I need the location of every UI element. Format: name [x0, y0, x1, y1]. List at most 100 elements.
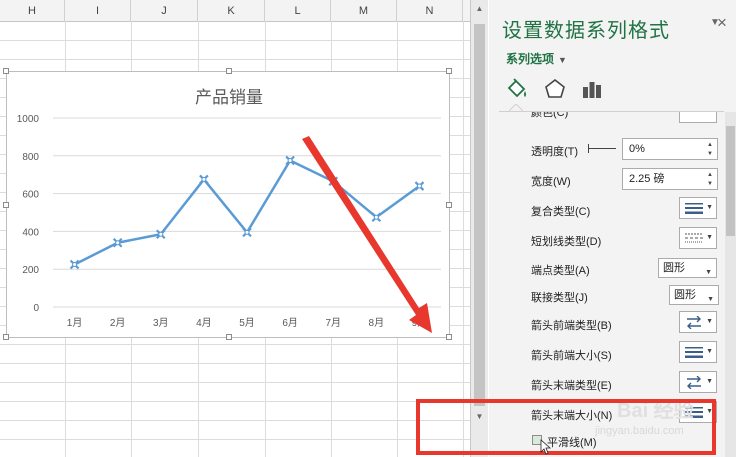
begin-arrow-size-dropdown[interactable]: ▼ — [679, 341, 717, 363]
resize-handle-bottom-left[interactable] — [3, 334, 9, 340]
end-arrow-type-label: 箭头末端类型(E) — [531, 380, 612, 392]
column-header-i[interactable]: I — [65, 0, 131, 21]
arrows-icon — [687, 376, 701, 389]
width-value: 2.25 磅 — [629, 173, 665, 185]
spin-down-icon[interactable]: ▼ — [707, 150, 715, 158]
join-type-value: 圆形 — [674, 289, 696, 301]
caret-down-icon: ▼ — [706, 318, 713, 325]
pentagon-icon[interactable] — [542, 77, 568, 101]
join-type-label: 联接类型(J) — [531, 292, 588, 304]
spin-up-icon[interactable]: ▲ — [707, 171, 715, 179]
dash-type-dropdown[interactable]: ▼ — [679, 227, 717, 249]
dash-type-label: 短划线类型(D) — [531, 236, 602, 248]
resize-handle-top-right[interactable] — [446, 68, 452, 74]
x-tick-label: 5月 — [239, 317, 255, 329]
begin-arrow-size-label: 箭头前端大小(S) — [531, 350, 612, 362]
end-arrow-size-label: 箭头末端大小(N) — [531, 410, 613, 422]
selected-tab-pointer-icon — [509, 104, 523, 112]
color-label: 颜色(C) — [531, 112, 569, 119]
scroll-down-icon[interactable]: ▼ — [471, 410, 488, 424]
pane-title: 设置数据系列格式 — [502, 20, 670, 42]
column-header-bar: H I J K L M N — [0, 0, 470, 22]
sheet-vertical-scrollbar[interactable]: ▲ ▼ — [470, 0, 488, 457]
x-tick-label: 6月 — [282, 317, 298, 329]
cap-type-dropdown[interactable]: 圆形 ▼ — [658, 258, 717, 278]
transparency-label: 透明度(T) — [531, 146, 579, 158]
watermark-url: jingyan.baidu.com — [595, 425, 684, 437]
color-picker-button[interactable] — [679, 112, 717, 123]
smooth-line-checkbox[interactable] — [532, 435, 542, 445]
resize-handle-bottom[interactable] — [226, 334, 232, 340]
caret-down-icon: ▼ — [706, 378, 713, 385]
arrow-size-icon — [685, 347, 703, 358]
y-tick-label: 800 — [22, 152, 39, 163]
cap-type-label: 端点类型(A) — [531, 265, 590, 277]
y-tick-label: 400 — [22, 227, 39, 238]
column-header-k[interactable]: K — [198, 0, 265, 21]
begin-arrow-type-dropdown[interactable]: ▼ — [679, 311, 717, 333]
pane-scroll-thumb[interactable] — [726, 126, 735, 236]
data-point-handle — [72, 261, 78, 267]
cap-type-value: 圆形 — [663, 262, 685, 274]
x-tick-label: 9月 — [412, 317, 428, 329]
data-point-handle — [373, 214, 379, 220]
caret-down-icon: ▼ — [706, 204, 713, 211]
compound-type-dropdown[interactable]: ▼ — [679, 197, 717, 219]
series-options-dropdown[interactable]: 系列选项 ▼ — [506, 50, 567, 67]
spin-down-icon[interactable]: ▼ — [707, 180, 715, 188]
x-tick-label: 3月 — [153, 317, 169, 329]
x-tick-label: 1月 — [67, 317, 83, 329]
smooth-line-label[interactable]: 平滑线(M) — [547, 434, 597, 450]
y-tick-label: 600 — [22, 190, 39, 201]
column-header-l[interactable]: L — [265, 0, 331, 21]
width-input[interactable]: 2.25 磅 ▲ ▼ — [622, 168, 718, 190]
caret-down-icon: ▼ — [706, 348, 713, 355]
y-tick-label: 0 — [33, 303, 39, 314]
data-point-handle — [416, 183, 422, 189]
column-header-j[interactable]: J — [131, 0, 198, 21]
x-tick-label: 7月 — [325, 317, 341, 329]
transparency-value: 0% — [629, 143, 645, 155]
spin-up-icon[interactable]: ▲ — [707, 141, 715, 149]
data-point-handle — [201, 176, 207, 182]
scroll-up-icon[interactable]: ▲ — [471, 2, 488, 16]
width-label: 宽度(W) — [531, 176, 571, 188]
caret-down-icon: ▼ — [558, 55, 567, 65]
dash-lines-icon — [685, 233, 703, 243]
compound-lines-icon — [685, 203, 703, 214]
x-tick-label: 2月 — [110, 317, 126, 329]
data-point-handle — [244, 229, 250, 235]
compound-type-label: 复合类型(C) — [531, 206, 591, 218]
transparency-slider[interactable] — [588, 143, 616, 153]
chart-plot-area[interactable]: 0 200 400 600 800 1000 1月 2月 3月 4月 5月 6月 7月 8月 9月 — [7, 72, 451, 339]
resize-handle-bottom-right[interactable] — [446, 334, 452, 340]
end-arrow-type-dropdown[interactable]: ▼ — [679, 371, 717, 393]
resize-handle-top-left[interactable] — [3, 68, 9, 74]
line-chart[interactable]: 产品销量 0 200 400 600 800 1000 1月 2月 3月 4月 5月 6月 7月 8月 9月 — [3, 68, 452, 340]
column-header-n[interactable]: N — [397, 0, 463, 21]
y-tick-label: 1000 — [17, 114, 40, 125]
x-tick-label: 8月 — [369, 317, 385, 329]
bar-chart-icon[interactable] — [579, 77, 605, 101]
column-header-m[interactable]: M — [331, 0, 397, 21]
caret-down-icon: ▼ — [707, 296, 714, 303]
pane-scrollbar[interactable] — [725, 112, 736, 457]
data-point-handle — [287, 158, 293, 164]
close-icon[interactable]: × — [717, 13, 727, 33]
column-header-h[interactable]: H — [0, 0, 65, 21]
begin-arrow-type-label: 箭头前端类型(B) — [531, 320, 612, 332]
series-line — [73, 159, 421, 266]
join-type-dropdown[interactable]: 圆形 ▼ — [669, 285, 719, 305]
data-point-handle — [330, 178, 336, 184]
caret-down-icon: ▼ — [706, 408, 713, 415]
paint-bucket-icon[interactable] — [504, 77, 530, 101]
resize-handle-right[interactable] — [446, 202, 452, 208]
y-tick-label: 200 — [22, 265, 39, 276]
resize-handle-top[interactable] — [226, 68, 232, 74]
format-data-series-pane: 设置数据系列格式 ▼ × 系列选项 ▼ 颜色(C) 透明度(T) 0% ▲ ▼ 宽度(… — [489, 0, 736, 457]
arrows-icon — [687, 316, 701, 329]
transparency-input[interactable]: 0% ▲ ▼ — [622, 138, 718, 160]
series-options-label: 系列选项 — [506, 52, 555, 66]
resize-handle-left[interactable] — [3, 202, 9, 208]
sheet-scroll-thumb[interactable] — [474, 24, 485, 406]
